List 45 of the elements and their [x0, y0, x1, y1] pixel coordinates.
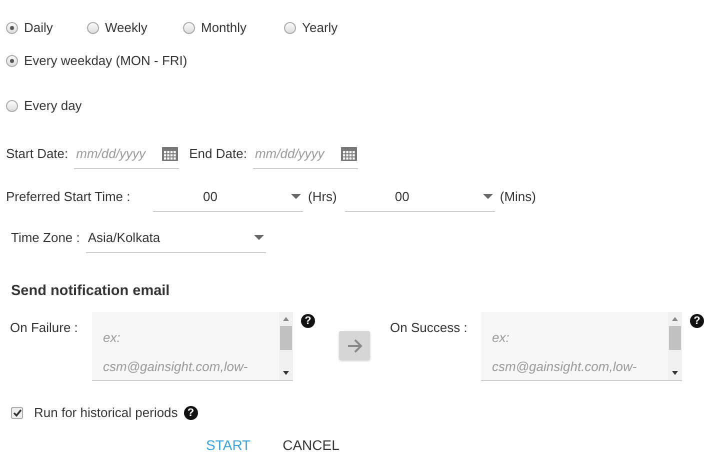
radio-button[interactable] [6, 22, 18, 34]
cancel-button[interactable]: CANCEL [272, 434, 350, 456]
help-icon[interactable]: ? [690, 314, 704, 328]
date-label: Start Date: [6, 146, 68, 161]
placeholder-text: csm@gainsight.com,low- [492, 359, 638, 374]
placeholder-text: csm@gainsight.com,low- [103, 359, 249, 374]
date-field[interactable]: mm/dd/yyyy [74, 146, 156, 160]
scrollbar[interactable] [668, 312, 682, 380]
time-zone-select[interactable]: Asia/Kolkata [86, 222, 266, 253]
placeholder-text: ex: [103, 330, 122, 345]
start-time-label: Preferred Start Time : [6, 189, 132, 204]
arrow-icon [346, 338, 362, 352]
calendar-icon[interactable] [162, 146, 178, 160]
caret-icon [482, 194, 493, 198]
hours-select[interactable]: 00 [153, 181, 303, 212]
radio-button[interactable] [6, 100, 18, 112]
section-heading: Send notification email [11, 283, 171, 299]
radio-label: Yearly [302, 20, 338, 35]
unit-label: (Mins) [500, 189, 536, 204]
radio-label: Weekly [105, 20, 148, 35]
radio-label: Monthly [201, 20, 247, 35]
checkbox[interactable] [11, 406, 23, 418]
placeholder-text: ex: [492, 330, 510, 345]
radio-button[interactable] [6, 54, 18, 66]
caret-icon [254, 234, 264, 240]
radio-label: Every weekday (MON - FRI) [24, 53, 188, 68]
calendar-icon[interactable] [340, 146, 357, 160]
checkbox-label: Run for historical periods [34, 405, 178, 420]
help-icon[interactable]: ? [301, 314, 315, 328]
email-label: On Success : [390, 320, 468, 335]
email-label: On Failure : [10, 320, 79, 335]
radio-label: Daily [24, 20, 53, 35]
radio-button[interactable] [87, 22, 99, 34]
minutes-select[interactable]: 00 [344, 181, 495, 212]
unit-label: (Hrs) [308, 189, 337, 204]
caret-icon [291, 194, 301, 198]
radio-button[interactable] [183, 22, 195, 34]
time-zone-label: Time Zone : [11, 230, 80, 245]
radio-label: Every day [24, 98, 82, 113]
radio-button[interactable] [284, 22, 296, 34]
arrow-button[interactable] [339, 331, 370, 360]
help-icon[interactable]: ? [184, 406, 198, 420]
scrollbar[interactable] [279, 312, 293, 380]
date-label: End Date: [189, 146, 247, 161]
date-field[interactable]: mm/dd/yyyy [252, 146, 335, 160]
